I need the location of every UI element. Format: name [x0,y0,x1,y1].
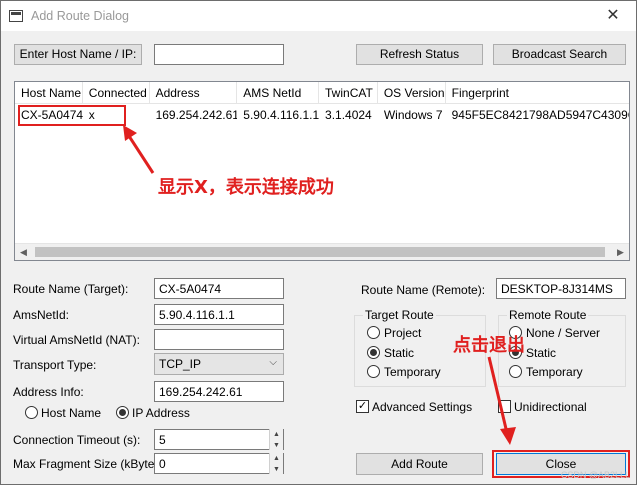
route-name-target-label: Route Name (Target): [13,282,129,296]
annotation-arrow-up [123,125,155,174]
route-name-remote-label: Route Name (Remote): [361,283,486,297]
max-fragment-input[interactable]: 0 [154,453,284,474]
advanced-settings-label: Advanced Settings [372,400,473,414]
target-project-label: Project [384,326,422,340]
column-connected[interactable]: Connected [83,82,150,104]
spin-up-icon[interactable]: ▲ [270,429,283,440]
target-temporary-label: Temporary [384,365,441,379]
remote-none-label: None / Server [526,326,601,340]
remote-route-title: Remote Route [507,308,589,322]
cell-os-version: Windows 7 [383,108,443,122]
host-name-input[interactable] [154,44,284,65]
cell-ams-netid: 5.90.4.116.1.1 [243,108,320,122]
window-icon [9,10,23,22]
virtual-amsnetid-input[interactable] [154,329,284,350]
scroll-thumb[interactable] [35,247,605,257]
window-title: Add Route Dialog [31,9,129,23]
max-fragment-spinner[interactable]: ▲ ▼ [269,453,283,474]
host-name-radio[interactable] [25,406,38,419]
remote-temporary-label: Temporary [526,365,583,379]
add-route-dialog: Add Route Dialog ✕ Enter Host Name / IP:… [0,0,637,485]
route-name-target-input[interactable]: CX-5A0474 [154,278,284,299]
transport-type-select[interactable]: TCP_IP ⌵ [154,353,284,375]
spin-down-icon[interactable]: ▼ [270,440,283,451]
route-name-remote-input[interactable]: DESKTOP-8J314MS [496,278,626,299]
column-ams-netid[interactable]: AMS NetId [237,82,320,104]
close-icon[interactable]: ✕ [590,1,636,31]
scroll-right-icon[interactable]: ▶ [612,244,629,260]
column-address[interactable]: Address [150,82,238,104]
transport-type-label: Transport Type: [13,358,97,372]
address-info-input[interactable]: 169.254.242.61 [154,381,284,402]
connection-timeout-spinner[interactable]: ▲ ▼ [269,429,283,450]
scroll-left-icon[interactable]: ◀ [15,244,32,260]
column-twincat[interactable]: TwinCAT [319,82,378,104]
unidirectional-label: Unidirectional [514,400,587,414]
enter-host-button[interactable]: Enter Host Name / IP: [14,44,142,65]
list-header: Host Name Connected Address AMS NetId Tw… [15,82,629,104]
chevron-down-icon: ⌵ [269,357,277,368]
cell-fingerprint: 945F5EC8421798AD5947C4309C00 [451,108,629,122]
target-route-title: Target Route [363,308,436,322]
transport-type-value: TCP_IP [159,357,202,371]
target-static-label: Static [384,346,415,360]
column-fingerprint[interactable]: Fingerprint [446,82,629,104]
target-project-radio[interactable] [367,326,380,339]
horizontal-scrollbar[interactable]: ◀ ▶ [15,243,629,260]
amsnetid-input[interactable]: 5.90.4.116.1.1 [154,304,284,325]
broadcast-search-button[interactable]: Broadcast Search [493,44,626,65]
spin-down-icon[interactable]: ▼ [270,464,283,475]
add-route-button[interactable]: Add Route [356,453,483,475]
title-bar: Add Route Dialog ✕ [1,1,636,31]
connection-timeout-input[interactable]: 5 [154,429,284,450]
ip-address-option-label: IP Address [132,406,190,420]
virtual-amsnetid-label: Virtual AmsNetId (NAT): [13,333,140,347]
column-os-version[interactable]: OS Version [378,82,446,104]
target-temporary-radio[interactable] [367,365,380,378]
watermark: CSDN @AB2LLL [560,470,630,480]
amsnetid-label: AmsNetId: [13,308,70,322]
max-fragment-label: Max Fragment Size (kByte): [13,457,162,471]
column-host-name[interactable]: Host Name [15,82,83,104]
cell-twincat: 3.1.4024 [325,108,372,122]
target-static-radio[interactable] [367,346,380,359]
spin-up-icon[interactable]: ▲ [270,453,283,464]
refresh-status-button[interactable]: Refresh Status [356,44,483,65]
ip-address-radio[interactable] [116,406,129,419]
remote-static-label: Static [526,346,557,360]
annotation-arrow-down [487,356,516,445]
connected-highlight-box [18,105,126,126]
connected-annotation: 显示X，表示连接成功 [158,177,334,198]
connection-timeout-label: Connection Timeout (s): [13,433,141,447]
advanced-settings-checkbox[interactable]: ✓ [356,400,369,413]
address-info-label: Address Info: [13,385,84,399]
cell-address: 169.254.242.61 [155,108,238,122]
host-name-option-label: Host Name [41,406,102,420]
